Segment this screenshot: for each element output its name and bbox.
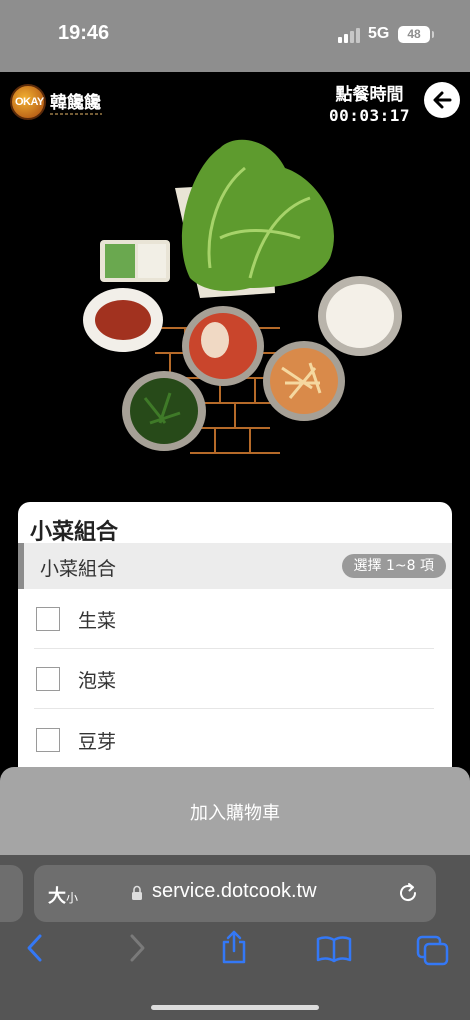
selection-limit-badge: 選擇 1~8 項 — [341, 554, 446, 578]
option-label: 生菜 — [78, 610, 117, 632]
option-label: 豆芽 — [78, 731, 117, 753]
order-time-value: 00:03:17 — [328, 106, 410, 125]
option-item[interactable]: 泡菜 — [34, 649, 434, 709]
option-item[interactable]: 生菜 — [34, 589, 434, 649]
tabs-icon[interactable] — [416, 935, 450, 967]
option-card: 小菜組合 小菜組合 選擇 1~8 項 生菜 泡菜 豆芽 — [18, 502, 452, 802]
previous-tab-peek[interactable] — [0, 865, 23, 922]
option-item[interactable]: 豆芽 — [34, 710, 434, 770]
back-button[interactable] — [424, 82, 460, 118]
signal-icon — [338, 27, 362, 43]
option-label: 泡菜 — [78, 670, 117, 692]
option-checkbox[interactable] — [36, 728, 60, 752]
banchan-dishes-image — [83, 139, 402, 454]
option-checkbox[interactable] — [36, 667, 60, 691]
home-indicator[interactable] — [151, 1005, 319, 1010]
order-timer: 點餐時間 00:03:17 — [329, 80, 410, 125]
lock-icon — [132, 885, 142, 900]
option-group-header: 小菜組合 選擇 1~8 項 — [18, 543, 452, 589]
option-checkbox[interactable] — [36, 607, 60, 631]
status-bar: 19:46 5G 48 — [0, 0, 470, 72]
card-title: 小菜組合 — [30, 520, 119, 545]
add-to-cart-label: 加入購物車 — [190, 803, 280, 824]
url-text: service.dotcook.tw — [152, 880, 317, 902]
address-bar[interactable]: 大小 service.dotcook.tw — [34, 865, 436, 922]
logo-text: 韓饞饞 — [50, 93, 101, 113]
order-time-label: 點餐時間 — [335, 85, 404, 105]
arrow-left-icon — [433, 91, 452, 109]
clock: 19:46 — [58, 22, 110, 44]
battery-icon: 48 — [398, 26, 434, 43]
network-type: 5G — [368, 25, 390, 42]
browser-toolbar: 大小 service.dotcook.tw — [0, 855, 470, 1020]
option-group-name: 小菜組合 — [40, 558, 117, 580]
reload-icon[interactable] — [396, 881, 420, 905]
share-icon[interactable] — [220, 929, 248, 965]
logo-badge-icon: OKAY — [10, 84, 46, 120]
back-icon[interactable] — [24, 933, 46, 963]
add-to-cart-button[interactable]: 加入購物車 — [0, 767, 470, 857]
forward-icon[interactable] — [126, 933, 148, 963]
text-size-button[interactable]: 大小 — [48, 882, 78, 908]
bookmarks-icon[interactable] — [316, 935, 352, 963]
logo-decoration — [50, 111, 102, 119]
brand-logo: OKAY 韓饞饞 — [10, 84, 106, 122]
